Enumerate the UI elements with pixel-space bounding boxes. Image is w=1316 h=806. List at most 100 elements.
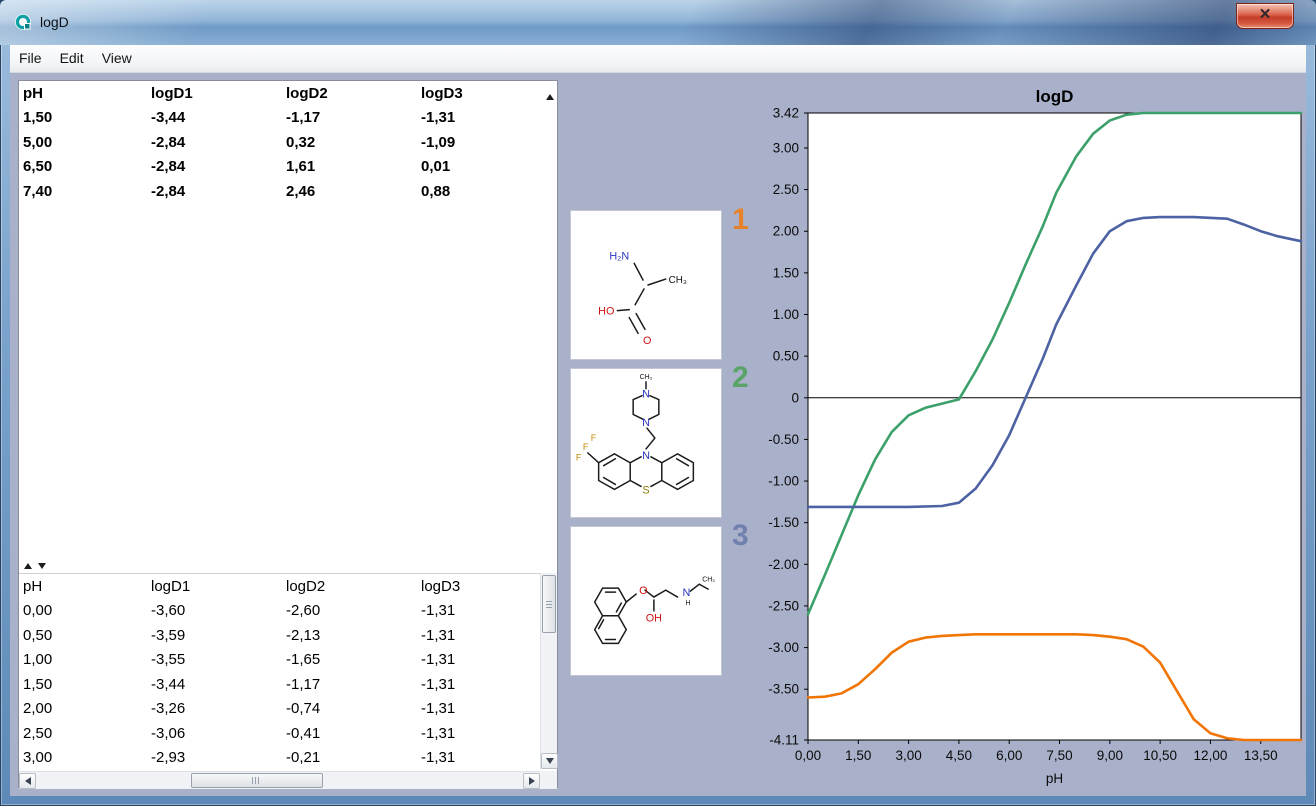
- scroll-down-button[interactable]: [541, 753, 558, 769]
- svg-text:3.00: 3.00: [773, 140, 799, 155]
- horizontal-scrollbar[interactable]: [19, 771, 540, 789]
- svg-text:O: O: [643, 335, 651, 347]
- structure-2-image: N S N N CH₃ F F F: [571, 369, 721, 517]
- svg-text:N: N: [642, 450, 650, 462]
- table-cell: 0,88: [417, 183, 552, 200]
- logd-table-top: pHlogD1logD2logD31,50-3,44-1,17-1,315,00…: [19, 81, 557, 204]
- table-cell: -3,60: [147, 602, 282, 619]
- thumb-grip: [252, 777, 260, 784]
- table-cell: -1,17: [282, 109, 417, 126]
- svg-text:-0.50: -0.50: [768, 432, 799, 447]
- table-cell: 1,50: [19, 109, 147, 126]
- scroll-up-icon[interactable]: [546, 87, 554, 105]
- svg-text:F: F: [576, 453, 582, 463]
- scroll-right-icon: [529, 777, 535, 785]
- table-row[interactable]: 1,50-3,44-1,17-1,31: [19, 672, 557, 697]
- svg-text:6,00: 6,00: [996, 748, 1022, 763]
- svg-text:CH₃: CH₃: [640, 374, 653, 381]
- table-cell: -2,84: [147, 183, 282, 200]
- column-header: logD3: [417, 578, 552, 595]
- table-cell: -2,84: [147, 158, 282, 175]
- structure-1-thumbnail[interactable]: H₂N CH₃ HO O: [570, 210, 722, 360]
- table-cell: 1,00: [19, 651, 147, 668]
- svg-text:-3.50: -3.50: [768, 682, 799, 697]
- table-row[interactable]: 1,50-3,44-1,17-1,31: [19, 106, 557, 131]
- table-cell: -1,31: [417, 725, 552, 742]
- column-header: logD2: [282, 578, 417, 595]
- svg-text:S: S: [642, 484, 649, 496]
- table-header-row: pHlogD1logD2logD3: [19, 81, 557, 106]
- table-cell: -0,74: [282, 700, 417, 717]
- svg-text:-1.00: -1.00: [768, 474, 799, 489]
- pane-splitter[interactable]: [19, 559, 540, 573]
- table-cell: -2,93: [147, 749, 282, 766]
- table-cell: -3,59: [147, 627, 282, 644]
- table-row[interactable]: 2,50-3,06-0,41-1,31: [19, 721, 557, 746]
- scroll-down-icon: [546, 758, 554, 764]
- content-area: pHlogD1logD2logD31,50-3,44-1,17-1,315,00…: [10, 73, 1306, 796]
- table-row[interactable]: 7,40-2,842,460,88: [19, 179, 557, 204]
- svg-text:N: N: [683, 587, 691, 599]
- table-cell: 7,40: [19, 183, 147, 200]
- chart-panel: H₂N CH₃ HO O 1: [560, 73, 1306, 796]
- svg-text:-3.00: -3.00: [768, 640, 799, 655]
- menu-edit[interactable]: Edit: [51, 45, 93, 72]
- table-cell: -3,44: [147, 109, 282, 126]
- svg-text:OH: OH: [646, 613, 662, 625]
- column-header: logD1: [147, 85, 282, 102]
- table-row[interactable]: 0,50-3,59-2,13-1,31: [19, 623, 557, 648]
- column-header: logD3: [417, 85, 552, 102]
- structure-3-thumbnail[interactable]: O OH N H CH₃: [570, 526, 722, 676]
- column-header: logD2: [282, 85, 417, 102]
- table-row[interactable]: 1,00-3,55-1,65-1,31: [19, 648, 557, 673]
- menu-file[interactable]: File: [10, 45, 51, 72]
- table-cell: -1,31: [417, 602, 552, 619]
- table-cell: -1,31: [417, 109, 552, 126]
- table-cell: -1,31: [417, 749, 552, 766]
- column-header: pH: [19, 85, 147, 102]
- menu-view[interactable]: View: [93, 45, 141, 72]
- svg-text:-2.50: -2.50: [768, 598, 799, 613]
- scroll-left-button[interactable]: [19, 773, 36, 789]
- app-window: logD × FileEditView pHlogD1logD2logD31,5…: [0, 0, 1316, 806]
- table-row[interactable]: 6,50-2,841,610,01: [19, 155, 557, 180]
- table-cell: -1,17: [282, 676, 417, 693]
- svg-text:2.00: 2.00: [773, 224, 799, 239]
- table-row[interactable]: 3,00-2,93-0,21-1,31: [19, 746, 557, 770]
- window-title: logD: [40, 14, 69, 30]
- titlebar: logD ×: [0, 0, 1316, 45]
- svg-text:1.00: 1.00: [773, 307, 799, 322]
- table-row[interactable]: 2,00-3,26-0,74-1,31: [19, 697, 557, 722]
- table-cell: -1,31: [417, 651, 552, 668]
- svg-text:O: O: [639, 585, 647, 597]
- table-row[interactable]: 5,00-2,840,32-1,09: [19, 130, 557, 155]
- vertical-scrollbar[interactable]: [540, 573, 557, 769]
- vertical-scroll-thumb[interactable]: [542, 575, 556, 633]
- menubar: FileEditView: [10, 45, 1306, 73]
- table-cell: -2,84: [147, 134, 282, 151]
- splitter-down-icon: [38, 563, 46, 569]
- table-cell: 3,00: [19, 749, 147, 766]
- svg-text:7,50: 7,50: [1046, 748, 1072, 763]
- table-cell: -1,31: [417, 676, 552, 693]
- scroll-right-button[interactable]: [523, 773, 540, 789]
- table-cell: 0,01: [417, 158, 552, 175]
- svg-text:9,00: 9,00: [1097, 748, 1123, 763]
- svg-text:F: F: [583, 442, 589, 452]
- table-row[interactable]: 0,00-3,60-2,60-1,31: [19, 599, 557, 624]
- table-cell: 0,50: [19, 627, 147, 644]
- close-button[interactable]: ×: [1236, 3, 1294, 29]
- svg-text:1.50: 1.50: [773, 265, 799, 280]
- table-cell: -2,60: [282, 602, 417, 619]
- svg-text:13,50: 13,50: [1244, 748, 1278, 763]
- scroll-left-icon: [25, 777, 31, 785]
- table-cell: -3,44: [147, 676, 282, 693]
- close-icon: ×: [1259, 5, 1270, 24]
- svg-text:H: H: [685, 600, 690, 607]
- table-cell: -1,31: [417, 627, 552, 644]
- svg-text:0: 0: [791, 390, 799, 405]
- svg-text:F: F: [591, 433, 597, 443]
- structure-2-thumbnail[interactable]: N S N N CH₃ F F F: [570, 368, 722, 518]
- horizontal-scroll-thumb[interactable]: [191, 773, 323, 788]
- titlebar-glass-streak: [0, 0, 1316, 45]
